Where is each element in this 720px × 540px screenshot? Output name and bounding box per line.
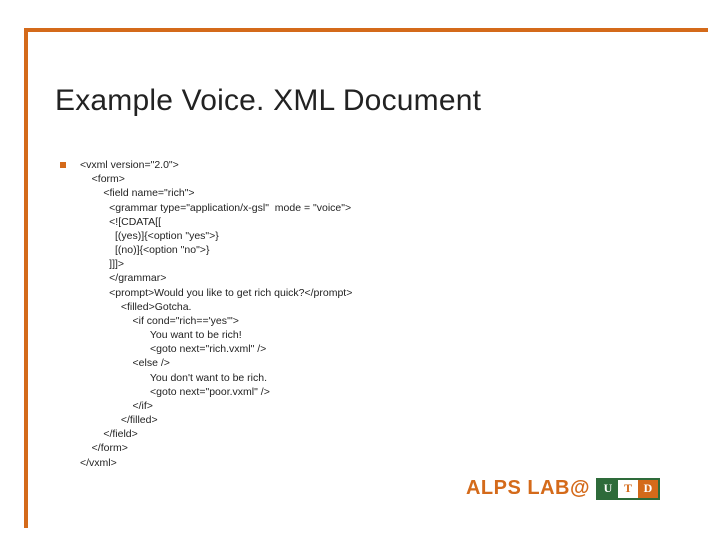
bullet-item: <vxml version="2.0"> <form> <field name=… xyxy=(60,158,680,470)
slide: Example Voice. XML Document <vxml versio… xyxy=(0,0,720,540)
utd-badge: U T D xyxy=(596,478,660,500)
code-block: <vxml version="2.0"> <form> <field name=… xyxy=(80,158,352,470)
utd-badge-u: U xyxy=(598,480,618,498)
content-block: <vxml version="2.0"> <form> <field name=… xyxy=(60,158,680,470)
bullet-icon xyxy=(60,162,66,168)
frame-left-border xyxy=(24,28,28,528)
footer: ALPS LAB@ U T D xyxy=(466,477,660,500)
frame-top-border xyxy=(24,28,708,32)
utd-badge-t: T xyxy=(618,480,638,498)
utd-badge-d: D xyxy=(638,480,658,498)
footer-label: ALPS LAB@ xyxy=(466,477,590,500)
slide-title: Example Voice. XML Document xyxy=(55,84,481,118)
